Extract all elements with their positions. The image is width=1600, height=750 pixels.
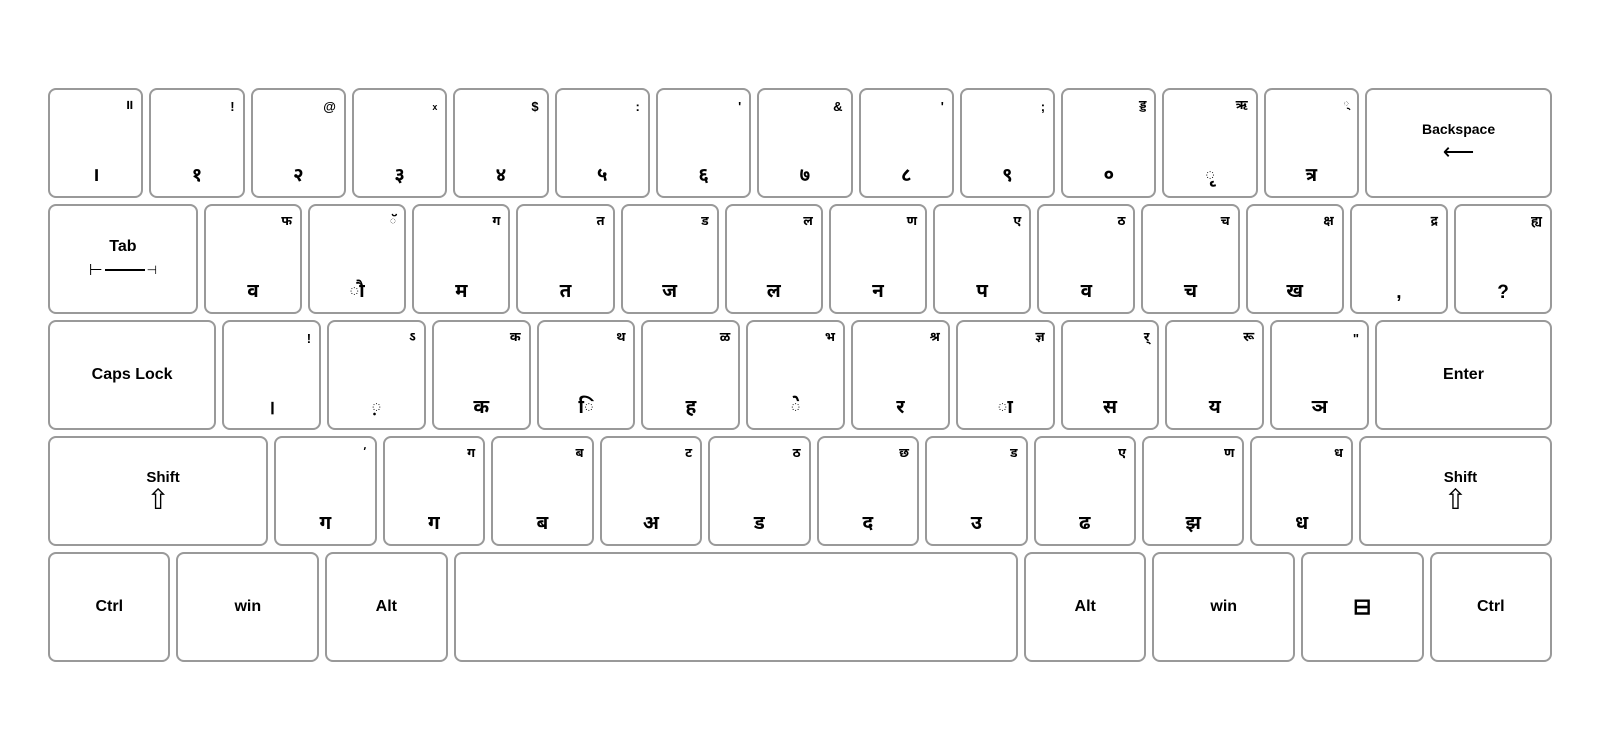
key-equals[interactable]: ्त्र [1264,88,1359,198]
key-2[interactable]: @२ [251,88,346,198]
win-left-label: win [234,597,261,618]
key-backslash[interactable]: ह्य? [1454,204,1552,314]
key-capslock[interactable]: Caps Lock [48,320,216,430]
key-y[interactable]: लल [725,204,823,314]
key-space[interactable] [454,552,1018,662]
key-quote[interactable]: "ञ [1270,320,1369,430]
menu-icon: ⊟ [1353,593,1371,622]
row-shift: Shift ⇧ ʼग गग बब टअ ठड छद डउ एढ णझ [48,436,1552,546]
key-8[interactable]: '८ [859,88,954,198]
key-n[interactable]: छद [817,436,919,546]
ctrl-left-label: Ctrl [95,597,123,618]
key-9[interactable]: ;९ [960,88,1055,198]
key-7[interactable]: &७ [757,88,852,198]
key-lbracket[interactable]: क्षख [1246,204,1344,314]
key-alt-right[interactable]: Alt [1024,552,1146,662]
key-o[interactable]: ठव [1037,204,1135,314]
key-comma[interactable]: एढ [1034,436,1136,546]
key-v[interactable]: टअ [600,436,702,546]
key-backtick[interactable]: ॥। [48,88,143,198]
key-w[interactable]: ॅौ [308,204,406,314]
key-ctrl-right[interactable]: Ctrl [1430,552,1552,662]
row-tab: Tab ⊢ ⊣ फव ॅौ गम तत डज लल णन [48,204,1552,314]
win-right-label: win [1210,597,1237,618]
enter-label: Enter [1443,365,1484,386]
key-3[interactable]: ₓ३ [352,88,447,198]
key-t[interactable]: डज [621,204,719,314]
key-p[interactable]: चच [1141,204,1239,314]
key-slash[interactable]: धध [1250,436,1352,546]
alt-left-label: Alt [376,597,397,618]
row-caps: Caps Lock !। ऽ़ कक थि ळह भे श्रर ज्ञा र्… [48,320,1552,430]
key-k[interactable]: ज्ञा [956,320,1055,430]
shift-left-arrow-icon: ⇧ [146,486,169,514]
key-i[interactable]: एप [933,204,1031,314]
key-6[interactable]: '६ [656,88,751,198]
key-s[interactable]: ऽ़ [327,320,426,430]
backspace-arrow-icon: ⟵ [1443,139,1475,165]
key-q[interactable]: फव [204,204,302,314]
key-tab[interactable]: Tab ⊢ ⊣ [48,204,198,314]
key-shift-left[interactable]: Shift ⇧ [48,436,268,546]
key-5[interactable]: :५ [555,88,650,198]
key-period[interactable]: णझ [1142,436,1244,546]
key-m[interactable]: डउ [925,436,1027,546]
shift-right-arrow-icon: ⇧ [1444,486,1467,514]
key-b[interactable]: ठड [708,436,810,546]
key-enter[interactable]: Enter [1375,320,1552,430]
key-a[interactable]: !। [222,320,321,430]
key-backspace[interactable]: Backspace ⟵ [1365,88,1552,198]
key-0[interactable]: ड्ड० [1061,88,1156,198]
capslock-label: Caps Lock [92,365,173,386]
key-4[interactable]: $४ [453,88,548,198]
key-minus[interactable]: ऋृ [1162,88,1257,198]
key-f[interactable]: थि [537,320,636,430]
alt-right-label: Alt [1075,597,1096,618]
key-ctrl-left[interactable]: Ctrl [48,552,170,662]
key-x[interactable]: गग [383,436,485,546]
key-rbracket[interactable]: द्र, [1350,204,1448,314]
backspace-label: Backspace [1422,121,1495,137]
key-win-left[interactable]: win [176,552,319,662]
key-l[interactable]: र्स [1061,320,1160,430]
key-u[interactable]: णन [829,204,927,314]
key-e[interactable]: गम [412,204,510,314]
key-r[interactable]: तत [516,204,614,314]
key-h[interactable]: भे [746,320,845,430]
key-shift-right[interactable]: Shift ⇧ [1359,436,1552,546]
ctrl-right-label: Ctrl [1477,597,1505,618]
key-d[interactable]: कक [432,320,531,430]
key-menu[interactable]: ⊟ [1301,552,1423,662]
key-c[interactable]: बब [491,436,593,546]
key-j[interactable]: श्रर [851,320,950,430]
key-win-right[interactable]: win [1152,552,1295,662]
row-number: ॥। !१ @२ ₓ३ $४ :५ '६ &७ '८ ;९ ड्ड० [48,88,1552,198]
row-bottom: Ctrl win Alt Alt win ⊟ Ctrl [48,552,1552,662]
keyboard: ॥। !१ @२ ₓ३ $४ :५ '६ &७ '८ ;९ ड्ड० [30,70,1570,680]
key-z[interactable]: ʼग [274,436,376,546]
key-1[interactable]: !१ [149,88,244,198]
key-semicolon[interactable]: रूय [1165,320,1264,430]
key-alt-left[interactable]: Alt [325,552,447,662]
key-g[interactable]: ळह [641,320,740,430]
